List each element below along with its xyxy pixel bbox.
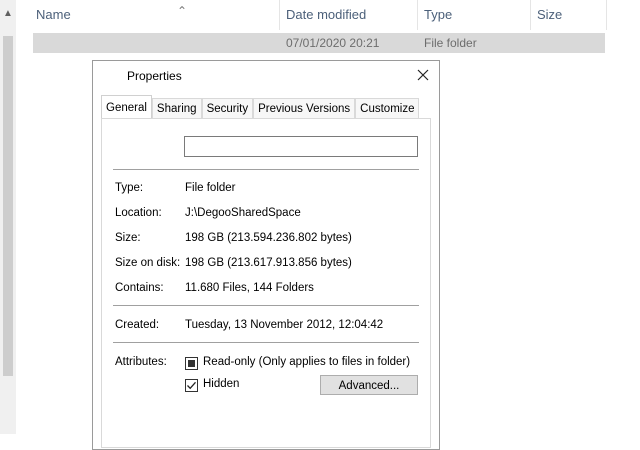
attributes-label: Attributes:: [115, 356, 167, 368]
type-value: File folder: [185, 182, 236, 194]
location-label: Location:: [115, 207, 162, 219]
checkmark-icon: [187, 381, 196, 390]
scroll-up-arrow-icon[interactable]: ▲: [0, 0, 16, 26]
tab-customize[interactable]: Customize: [355, 98, 420, 118]
tab-security[interactable]: Security: [201, 98, 254, 118]
column-header-type-label: Type: [424, 7, 453, 22]
folder-name-input[interactable]: [184, 136, 418, 157]
tab-strip: General Sharing Security Previous Versio…: [101, 95, 420, 118]
created-value: Tuesday, 13 November 2012, 12:04:42: [185, 319, 384, 331]
row-date-modified: 07/01/2020 20:21: [286, 36, 380, 50]
size-label: Size:: [115, 232, 141, 244]
sort-ascending-icon: ⌃: [177, 4, 188, 18]
type-label: Type:: [115, 182, 144, 194]
contains-label: Contains:: [115, 282, 164, 294]
column-header-date-modified[interactable]: Date modified: [280, 0, 418, 30]
size-value: 198 GB (213.594.236.802 bytes): [185, 232, 352, 244]
column-header-name-label: Name: [36, 7, 71, 22]
separator: [113, 305, 419, 306]
column-header-size[interactable]: Size: [531, 0, 607, 30]
size-on-disk-label: Size on disk:: [115, 257, 181, 269]
tab-general[interactable]: General: [101, 95, 152, 118]
readonly-checkbox[interactable]: [185, 357, 198, 370]
location-value: J:\DegooSharedSpace: [185, 207, 301, 219]
advanced-button[interactable]: Advanced...: [320, 375, 418, 395]
column-header-name[interactable]: Name ⌃: [30, 0, 280, 30]
column-header-size-label: Size: [537, 7, 563, 22]
scroll-thumb[interactable]: [3, 36, 13, 376]
dialog-title: Properties: [127, 69, 182, 83]
contains-value: 11.680 Files, 144 Folders: [185, 282, 314, 294]
created-label: Created:: [115, 319, 160, 331]
size-on-disk-value: 198 GB (213.617.913.856 bytes): [185, 257, 352, 269]
close-icon[interactable]: [413, 65, 433, 85]
tab-sharing[interactable]: Sharing: [151, 98, 202, 118]
hidden-label: Hidden: [203, 378, 240, 390]
row-type: File folder: [424, 36, 477, 50]
general-tab-panel: Type: File folder Location: J:\DegooShar…: [101, 118, 431, 448]
column-header-type[interactable]: Type: [418, 0, 531, 30]
properties-dialog: Properties General Sharing Security Prev…: [92, 60, 440, 450]
separator: [113, 342, 419, 343]
tab-previous-versions[interactable]: Previous Versions: [253, 98, 356, 118]
separator: [113, 169, 419, 170]
vertical-scrollbar[interactable]: ▲: [0, 0, 16, 434]
readonly-label: Read-only (Only applies to files in fold…: [203, 356, 411, 368]
column-header-date-label: Date modified: [286, 7, 367, 22]
hidden-checkbox[interactable]: [185, 379, 198, 392]
